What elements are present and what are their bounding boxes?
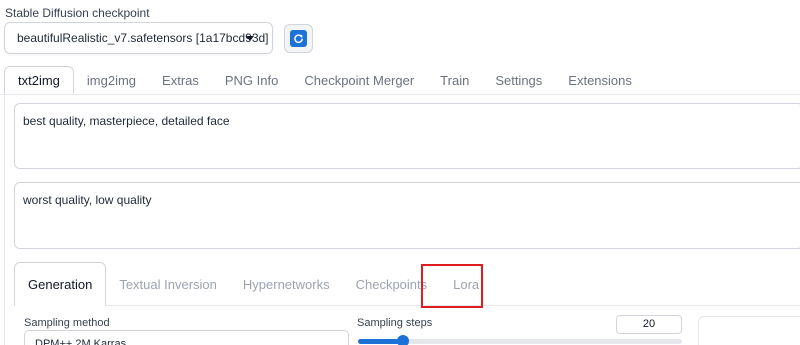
- tab-train[interactable]: Train: [427, 66, 482, 94]
- sampling-steps-slider[interactable]: [358, 335, 682, 345]
- sampling-method-dropdown[interactable]: DPM++ 2M Karras: [24, 330, 349, 345]
- tab-img2img[interactable]: img2img: [74, 66, 149, 94]
- sampling-steps-input[interactable]: 20: [616, 315, 682, 334]
- tab-settings[interactable]: Settings: [482, 66, 555, 94]
- tab-hypernetworks[interactable]: Hypernetworks: [230, 262, 343, 306]
- main-tabs: txt2img img2img Extras PNG Info Checkpoi…: [4, 66, 800, 94]
- checkpoint-dropdown[interactable]: beautifulRealistic_v7.safetensors [1a17b…: [4, 22, 273, 54]
- refresh-checkpoint-button[interactable]: [284, 24, 313, 53]
- sampling-method-label: Sampling method: [24, 317, 110, 329]
- subtabs-divider: [14, 305, 800, 306]
- output-gallery-panel: [698, 316, 800, 345]
- positive-prompt-input[interactable]: best quality, masterpiece, detailed face: [14, 103, 800, 169]
- tab-extensions[interactable]: Extensions: [555, 66, 645, 94]
- sampling-steps-label: Sampling steps: [357, 317, 433, 329]
- lora-highlight-box: [421, 264, 483, 308]
- chevron-down-icon: [246, 36, 254, 41]
- checkpoint-value: beautifulRealistic_v7.safetensors [1a17b…: [17, 31, 269, 45]
- tab-txt2img[interactable]: txt2img: [4, 66, 74, 94]
- extra-network-tabs: Generation Textual Inversion Hypernetwor…: [14, 262, 800, 306]
- refresh-icon: [290, 30, 307, 47]
- checkpoint-label: Stable Diffusion checkpoint: [5, 6, 150, 20]
- sampling-steps-thumb[interactable]: [397, 335, 410, 345]
- tab-textual-inversion[interactable]: Textual Inversion: [106, 262, 230, 306]
- tab-png-info[interactable]: PNG Info: [212, 66, 291, 94]
- tab-extras[interactable]: Extras: [149, 66, 212, 94]
- tab-generation[interactable]: Generation: [14, 262, 107, 306]
- tab-checkpoint-merger[interactable]: Checkpoint Merger: [291, 66, 427, 94]
- negative-prompt-input[interactable]: worst quality, low quality: [14, 182, 800, 249]
